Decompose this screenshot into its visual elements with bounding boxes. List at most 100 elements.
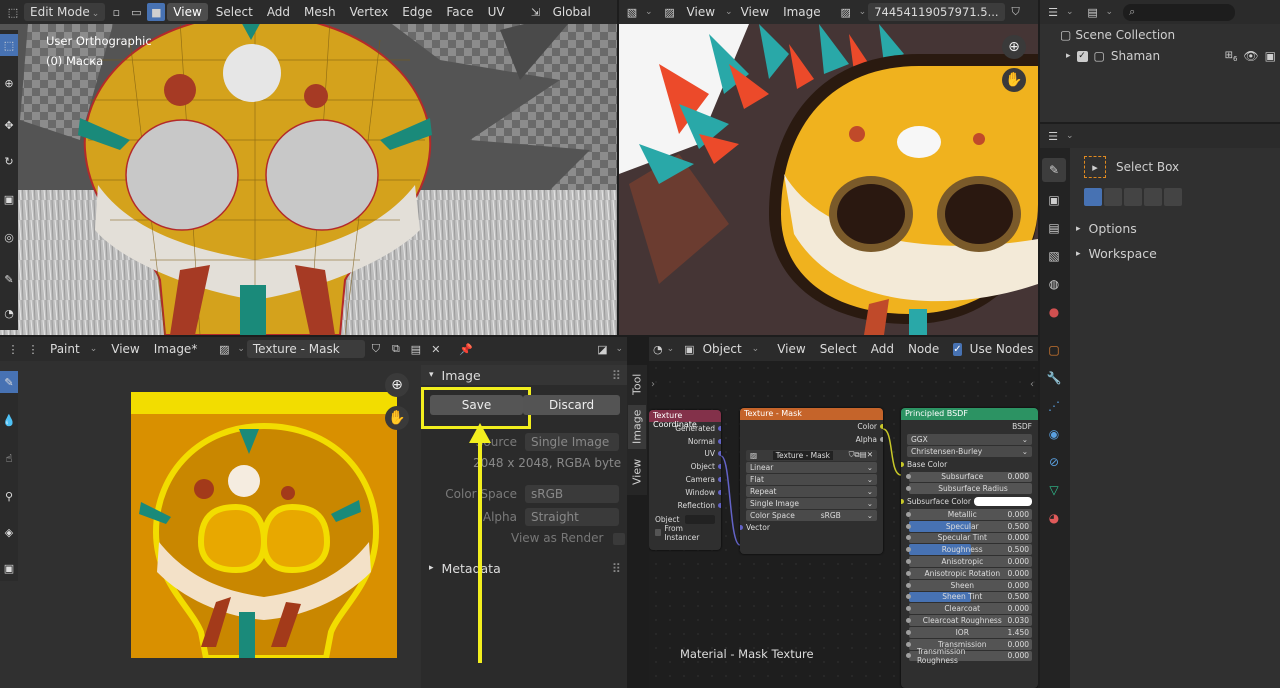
socket-icon[interactable]	[906, 570, 911, 576]
socket-icon[interactable]	[718, 425, 721, 431]
output-tab-icon[interactable]: ▤	[1042, 216, 1066, 240]
editor-type-icon[interactable]: ☰	[1044, 127, 1062, 145]
mask-tool-icon[interactable]: ▣	[0, 557, 18, 579]
expand-arrow-icon[interactable]: ▸	[1066, 51, 1071, 61]
distribution-dropdown[interactable]: GGX ⌄	[907, 433, 1032, 445]
properties-panel[interactable]: ☰ ⌄ ✎ ▣ ▤ ▧ ◍ ● ▢ 🔧 ⋰ ◉ ⊘ ▽ ◕ ▸ Select Bo…	[1040, 124, 1280, 688]
prop-specular[interactable]: Specular 0.500	[906, 520, 1032, 532]
tab-image[interactable]: Image	[628, 405, 646, 449]
scene-tab-icon[interactable]: ◍	[1042, 272, 1066, 296]
field-dropdown[interactable]: Linear ⌄	[746, 461, 877, 473]
socket-icon[interactable]	[718, 502, 721, 508]
socket-icon[interactable]	[718, 477, 721, 483]
outliner[interactable]: ☰ ⌄ ▤ ⌄ ⌕ ▢ Scene Collection ▸ ✓ ▢ Shaman …	[1040, 0, 1280, 122]
pan-hand-icon[interactable]: ✋	[385, 406, 409, 430]
drag-handle-icon[interactable]: ⠿	[612, 368, 621, 383]
mesh-viewport-canvas[interactable]	[0, 0, 617, 335]
select-box-tool[interactable]: ▸ Select Box	[1084, 156, 1179, 178]
options-panel[interactable]: ▸ Options	[1076, 221, 1137, 236]
zoom-icon[interactable]: ⊕	[385, 373, 409, 397]
image-browse-icon[interactable]: ▨	[215, 340, 233, 358]
node-editor[interactable]: ◔ ⌄ ▣ Object ⌄ View Select Add Node ✓ Use …	[649, 337, 1038, 688]
image-selector[interactable]: ▨ Texture - Mask ⛉⧉▤✕	[746, 449, 877, 461]
socket-icon[interactable]	[718, 489, 721, 495]
constraints-tab-icon[interactable]: ⊘	[1042, 450, 1066, 474]
socket-icon[interactable]	[906, 606, 911, 612]
source-dropdown[interactable]: Single Image	[525, 433, 619, 451]
editor-type-icon[interactable]: ☰	[1044, 3, 1062, 21]
fake-user-icon[interactable]: ⛉	[1007, 3, 1025, 21]
object-tab-icon[interactable]: ▢	[1042, 338, 1066, 362]
modifier-tab-icon[interactable]: 🔧	[1042, 366, 1066, 390]
colorspace-dropdown[interactable]: sRGB	[525, 485, 619, 503]
scale-tool-icon[interactable]: ▣	[0, 188, 18, 210]
soften-tool-icon[interactable]: 💧	[0, 409, 18, 431]
image-browse-icon[interactable]: ▨	[837, 3, 855, 21]
transform-orientation-icon[interactable]: ⇲	[527, 3, 545, 21]
image-editor[interactable]: ⋮ ⋮ Paint ⌄ View Image* ▨ ⌄ Texture - Mask…	[0, 337, 627, 688]
menu-view[interactable]: View	[105, 340, 145, 358]
image-texture-node[interactable]: Texture - Mask Color Alpha ▨ Texture - Ma…	[740, 408, 883, 554]
edge-select-icon[interactable]: ▭	[127, 3, 145, 21]
draw-tool-icon[interactable]: ✎	[0, 371, 18, 393]
socket-icon[interactable]	[906, 535, 911, 541]
prop-metallic[interactable]: Metallic 0.000	[906, 508, 1032, 520]
image-tools-icon[interactable]: ⛉⧉▤✕	[849, 450, 873, 460]
checkbox-icon[interactable]: ✓	[1076, 50, 1088, 62]
menu-mesh[interactable]: Mesh	[298, 3, 342, 21]
prop-clearcoat[interactable]: Clearcoat 0.000	[906, 603, 1032, 615]
discard-button[interactable]: Discard	[523, 395, 620, 415]
data-tab-icon[interactable]: ▽	[1042, 478, 1066, 502]
pan-hand-icon[interactable]: ✋	[1002, 68, 1026, 92]
eye-icon[interactable]: 👁	[1243, 49, 1258, 63]
mode-extend-icon[interactable]	[1104, 188, 1122, 206]
mode-icon[interactable]: ▨	[661, 3, 679, 21]
mode-dropdown[interactable]: Edit Mode ⌄	[24, 3, 106, 21]
tool-tab-icon[interactable]: ✎	[1042, 158, 1066, 182]
physics-tab-icon[interactable]: ◉	[1042, 422, 1066, 446]
fake-user-icon[interactable]: ⛉	[367, 340, 385, 358]
annotate-tool-icon[interactable]: ✎	[0, 268, 18, 290]
menu-image[interactable]: Image	[777, 3, 827, 21]
socket-icon[interactable]	[906, 582, 911, 588]
unlink-icon[interactable]: ✕	[427, 340, 445, 358]
colorspace-dropdown[interactable]: Color Space sRGB ⌄	[746, 509, 877, 521]
prop-subsurface[interactable]: Subsurface 0.000	[906, 471, 1032, 483]
principled-bsdf-node[interactable]: Principled BSDF BSDF GGX ⌄ Christensen-Bu…	[901, 408, 1038, 688]
color-swatch[interactable]	[974, 497, 1032, 507]
render-tab-icon[interactable]: ▣	[1042, 188, 1066, 212]
menu-view[interactable]: View	[735, 3, 775, 21]
editor-type-icon[interactable]: ▧	[623, 3, 641, 21]
node-header[interactable]: Texture Coordinate	[649, 410, 721, 429]
prop-ior[interactable]: IOR 1.450	[906, 626, 1032, 638]
zoom-icon[interactable]: ⊕	[1002, 35, 1026, 59]
metadata-panel-header[interactable]: ▸ Metadata ⠿	[421, 558, 627, 578]
pin-icon[interactable]: 📌	[457, 340, 475, 358]
editor-type-icon[interactable]: ⋮	[4, 340, 22, 358]
prop-subsurface-radius[interactable]: Subsurface Radius	[906, 483, 1032, 495]
workspace-panel[interactable]: ▸ Workspace	[1076, 246, 1157, 261]
tab-tool[interactable]: Tool	[628, 369, 646, 399]
from-instancer-row[interactable]: From Instancer	[649, 524, 721, 542]
new-image-icon[interactable]: ▤	[407, 340, 425, 358]
alpha-dropdown[interactable]: Straight	[525, 508, 619, 526]
clone-tool-icon[interactable]: ⚲	[0, 485, 18, 507]
socket-icon[interactable]	[901, 461, 904, 467]
transform-orientation-dropdown[interactable]: Global	[547, 3, 597, 21]
menu-select[interactable]: Select	[210, 3, 259, 21]
socket-icon[interactable]	[906, 618, 911, 624]
image-panel-header[interactable]: ▾ Image ⠿	[421, 365, 627, 385]
prop-transmission-roughness[interactable]: Transmission Roughness 0.000	[906, 647, 1032, 665]
prop-anisotropic[interactable]: Anisotropic 0.000	[906, 556, 1032, 567]
texture-canvas[interactable]	[131, 392, 397, 658]
mode-dropdown[interactable]: Paint	[44, 340, 86, 358]
transform-tool-icon[interactable]: ◎	[0, 226, 18, 248]
display-mode-icon[interactable]: ▤	[1084, 3, 1102, 21]
material-tab-icon[interactable]: ◕	[1042, 506, 1066, 530]
image-viewer-top[interactable]: ▧ ⌄ ▨ View ⌄ View Image ▨ ⌄ 74454119057971.…	[619, 0, 1038, 335]
node-header[interactable]: Texture - Mask	[740, 408, 883, 420]
socket-icon[interactable]	[906, 474, 911, 480]
outliner-search-input[interactable]: ⌕	[1123, 3, 1236, 21]
image-name-field[interactable]: 74454119057971.5...	[868, 3, 1005, 21]
move-tool-icon[interactable]: ✥	[0, 114, 18, 136]
